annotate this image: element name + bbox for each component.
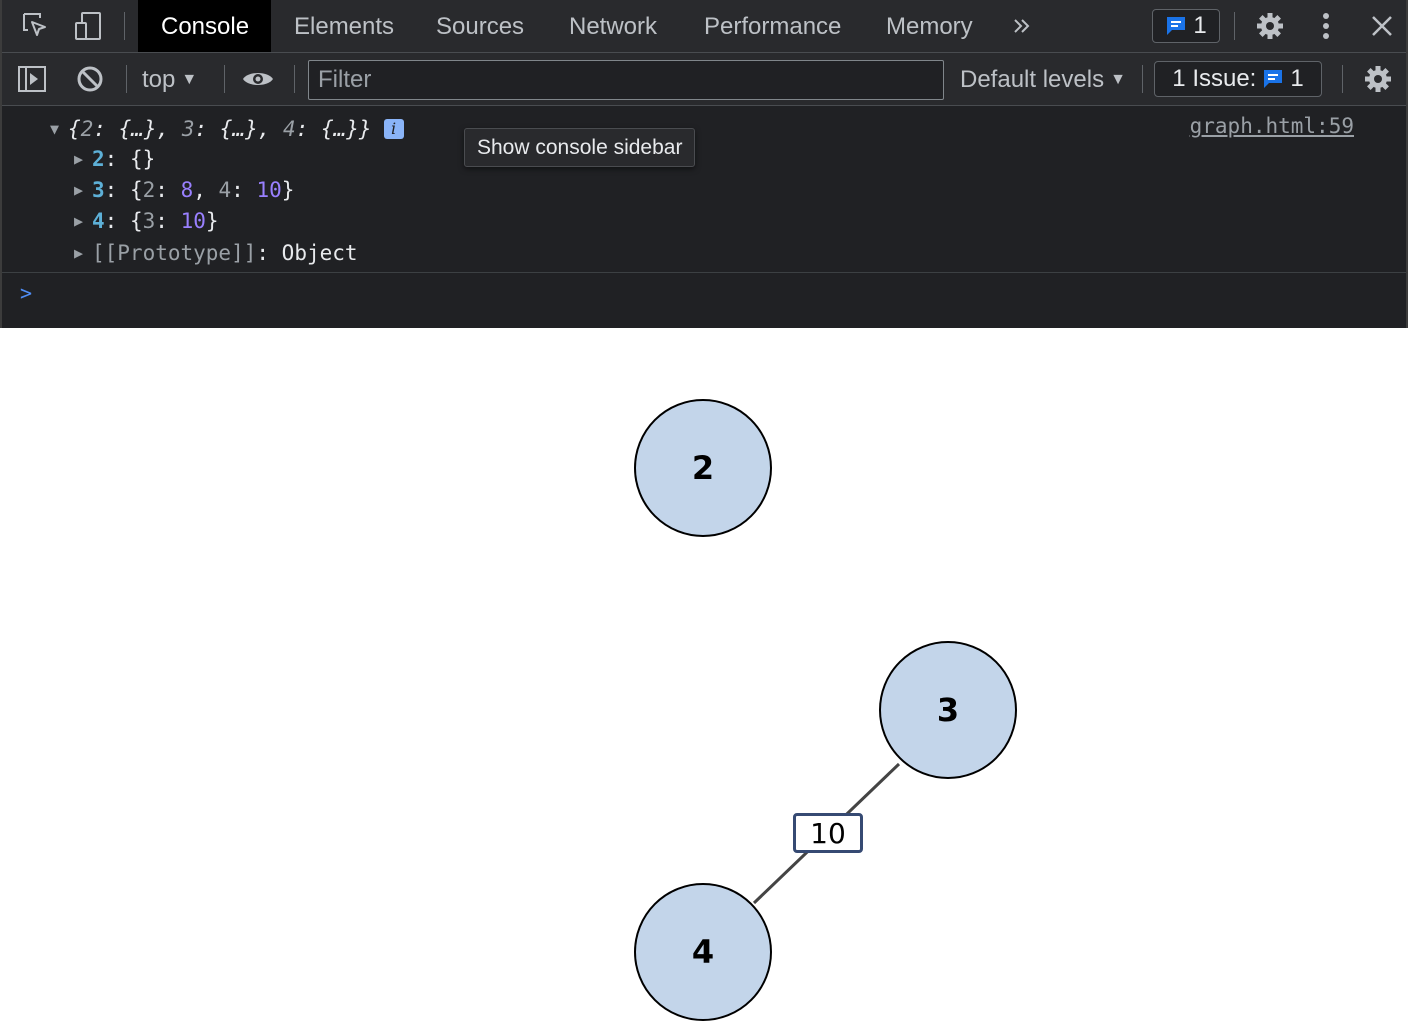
issues-count: 1 xyxy=(1290,65,1304,92)
tab-console[interactable]: Console xyxy=(138,0,271,52)
issues-label: 1 Issue: xyxy=(1172,65,1257,92)
collapsed-triangle-icon[interactable]: ▶ xyxy=(74,238,92,268)
device-toolbar-icon[interactable] xyxy=(72,10,104,42)
prompt-chevron-icon: > xyxy=(20,281,33,305)
context-value: top xyxy=(142,66,176,93)
show-sidebar-icon[interactable] xyxy=(16,63,48,95)
property-value-part: 8 xyxy=(180,178,194,202)
info-icon[interactable]: i xyxy=(383,119,404,139)
divider xyxy=(224,65,225,93)
devtools-panel: Console Elements Sources Network Perform… xyxy=(0,0,1408,328)
tab-memory[interactable]: Memory xyxy=(863,0,996,52)
prototype-label: [[Prototype]] xyxy=(92,241,257,265)
colon: : xyxy=(104,147,130,171)
source-link[interactable]: graph.html:59 xyxy=(1190,114,1354,138)
edge-weight-label: 10 xyxy=(793,813,863,853)
property-value-part: { xyxy=(129,178,143,202)
summary-value: {…} xyxy=(320,117,359,141)
summary-key: 3 xyxy=(181,117,195,141)
graph-canvas: 2 3 4 10 xyxy=(0,328,1408,1026)
summary-value: {…} xyxy=(118,117,157,141)
console-settings-gear-icon[interactable] xyxy=(1362,63,1394,95)
divider xyxy=(1234,12,1235,40)
divider xyxy=(124,12,125,40)
clear-console-icon[interactable] xyxy=(74,63,106,95)
tab-performance[interactable]: Performance xyxy=(681,0,864,52)
property-value-part: } xyxy=(281,178,295,202)
graph-node: 3 xyxy=(879,641,1017,779)
summary-key: 2 xyxy=(80,117,94,141)
collapsed-triangle-icon[interactable]: ▶ xyxy=(74,144,92,174)
console-object-summary[interactable]: ▼ {2: {…}, 3: {…}, 4: {…}} i xyxy=(50,114,404,144)
summary-value: {…} xyxy=(219,117,258,141)
property-value-part: : xyxy=(155,178,181,202)
summary-key: 4 xyxy=(283,117,296,141)
property-value-part: 4 xyxy=(218,178,232,202)
colon: : xyxy=(256,241,282,265)
colon: : xyxy=(104,209,130,233)
prototype-row[interactable]: ▶ [[Prototype]]: Object xyxy=(74,238,358,268)
divider xyxy=(126,65,127,93)
tab-sources[interactable]: Sources xyxy=(413,0,547,52)
colon: : xyxy=(194,117,220,141)
prototype-value: Object xyxy=(281,241,358,265)
filter-input[interactable] xyxy=(308,60,944,100)
graph-node: 2 xyxy=(634,399,772,537)
message-icon xyxy=(1167,17,1186,35)
more-tabs-chevron-icon[interactable] xyxy=(1006,10,1038,42)
property-value-part: : xyxy=(231,178,257,202)
settings-gear-icon[interactable] xyxy=(1254,10,1286,42)
caret-down-icon: ▼ xyxy=(181,71,198,88)
divider xyxy=(1142,65,1143,93)
log-levels-value: Default levels xyxy=(960,66,1105,93)
console-output: ▼ {2: {…}, 3: {…}, 4: {…}} i ▶ 2: {} ▶ 3: {2:… xyxy=(2,106,1406,328)
log-levels-dropdown[interactable]: Default levels ▼ xyxy=(960,53,1126,105)
property-row[interactable]: ▶ 4: {3: 10} xyxy=(74,206,219,236)
inspect-element-icon[interactable] xyxy=(20,10,52,42)
property-value-part: } xyxy=(205,209,219,233)
property-row[interactable]: ▶ 3: {2: 8, 4: 10} xyxy=(74,175,294,205)
caret-down-icon: ▼ xyxy=(1110,71,1126,88)
issues-button[interactable]: 1 Issue: 1 xyxy=(1154,61,1322,97)
property-row[interactable]: ▶ 2: {} xyxy=(74,144,155,174)
colon: : xyxy=(93,117,119,141)
console-toolbar: top ▼ Default levels ▼ 1 Issue: 1 xyxy=(2,53,1406,106)
tooltip: Show console sidebar xyxy=(464,128,696,167)
collapsed-triangle-icon[interactable]: ▶ xyxy=(74,206,92,236)
property-key: 3 xyxy=(92,178,105,202)
colon: : xyxy=(295,117,321,141)
property-value-part: {} xyxy=(129,147,156,171)
brace: { xyxy=(68,117,81,141)
graph-node: 4 xyxy=(634,883,772,1021)
property-value-part: 3 xyxy=(142,209,156,233)
divider xyxy=(1342,65,1343,93)
property-value-part: 10 xyxy=(180,209,206,233)
messages-count: 1 xyxy=(1193,12,1207,39)
messages-badge[interactable]: 1 xyxy=(1152,9,1220,43)
property-value-part: : xyxy=(155,209,181,233)
colon: : xyxy=(104,178,130,202)
comma: , xyxy=(257,117,284,141)
context-selector[interactable]: top ▼ xyxy=(142,53,197,105)
property-value-part: , xyxy=(193,178,219,202)
more-options-icon[interactable] xyxy=(1310,10,1342,42)
close-icon[interactable] xyxy=(1366,10,1398,42)
devtools-tabbar: Console Elements Sources Network Perform… xyxy=(2,0,1406,53)
tab-network[interactable]: Network xyxy=(546,0,680,52)
tab-elements[interactable]: Elements xyxy=(271,0,417,52)
property-key: 2 xyxy=(92,147,105,171)
message-icon xyxy=(1264,70,1283,88)
live-expression-eye-icon[interactable] xyxy=(242,63,274,95)
console-prompt-row[interactable]: > xyxy=(2,272,1406,329)
property-value-part: 2 xyxy=(142,178,156,202)
brace: } xyxy=(358,117,372,141)
comma: , xyxy=(156,117,182,141)
expanded-triangle-icon[interactable]: ▼ xyxy=(50,114,68,144)
property-value-part: 10 xyxy=(256,178,282,202)
property-key: 4 xyxy=(92,209,105,233)
divider xyxy=(294,65,295,93)
collapsed-triangle-icon[interactable]: ▶ xyxy=(74,175,92,205)
property-value-part: { xyxy=(129,209,143,233)
